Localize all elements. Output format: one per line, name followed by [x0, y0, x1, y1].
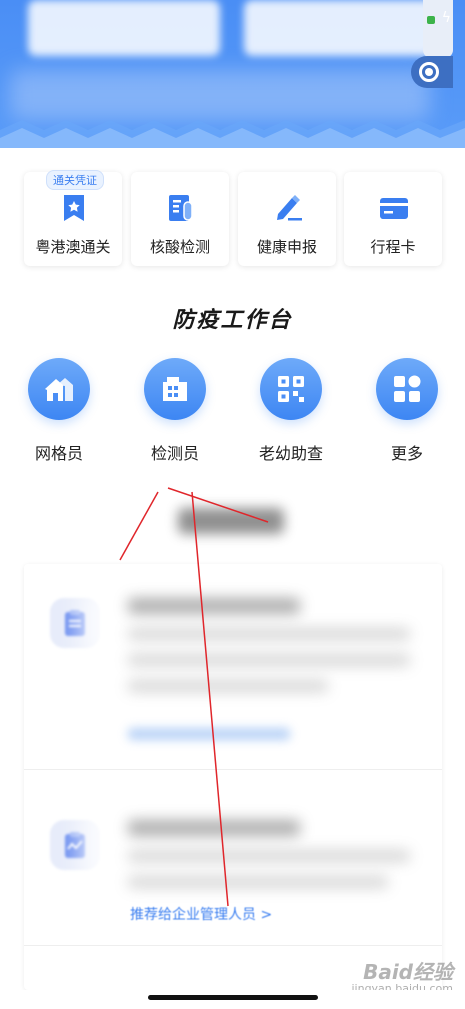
- workbench-item-label: 网格员: [34, 444, 83, 463]
- quick-card-nucleic-test[interactable]: 核酸检测: [131, 172, 229, 266]
- quick-card-gba-customs[interactable]: 通关凭证 粤港澳通关: [24, 170, 122, 266]
- blurred-task-desc: [128, 654, 410, 666]
- more-circle: [376, 358, 438, 420]
- quick-card-label: 行程卡: [370, 238, 416, 256]
- quick-card-label: 粤港澳通关: [35, 238, 111, 256]
- task-panel: 推荐给企业管理人员 >: [24, 564, 442, 990]
- status-dot-icon: [427, 16, 435, 24]
- grid-apps-icon: [394, 375, 421, 402]
- home-indicator[interactable]: [148, 995, 318, 1000]
- quick-card-itinerary[interactable]: 行程卡: [344, 172, 442, 266]
- workbench-item-grid-worker[interactable]: 网格员: [8, 358, 108, 468]
- blurred-card-left[interactable]: [28, 0, 220, 56]
- test-tube-report-icon: [169, 195, 193, 221]
- elderly-check-circle: [260, 358, 322, 420]
- task-item[interactable]: [24, 564, 442, 770]
- bolt-icon: ϟ: [441, 10, 451, 26]
- workbench-item-label: 检测员: [150, 444, 199, 463]
- workbench-item-elderly-child-check[interactable]: 老幼助查: [240, 358, 340, 468]
- quick-card-label: 核酸检测: [149, 238, 210, 256]
- card-icon: [380, 198, 408, 219]
- workbench-item-label: 老幼助查: [258, 444, 323, 463]
- zigzag-decoration: [0, 120, 465, 148]
- main-content: 通关凭证 粤港澳通关 核酸检测 健康申报 行程卡 防疫工作台 网格员 检测员 老…: [0, 148, 465, 990]
- quick-card-health-declare[interactable]: 健康申报: [238, 172, 336, 266]
- blurred-task-desc: [128, 876, 388, 888]
- pen-sign-icon: [277, 195, 302, 221]
- blurred-header-text: [10, 70, 430, 120]
- quick-services: 通关凭证 粤港澳通关 核酸检测 健康申报 行程卡: [24, 170, 442, 266]
- locate-button[interactable]: [411, 56, 453, 88]
- tester-circle: [144, 358, 206, 420]
- ribbon-badge-icon: [64, 195, 84, 221]
- watermark-main: Baid经验: [363, 960, 453, 984]
- task-item[interactable]: 推荐给企业管理人员 >: [24, 770, 442, 946]
- blurred-task-desc: [128, 850, 410, 862]
- blurred-task-title: [128, 820, 300, 836]
- building-icon: [163, 377, 187, 401]
- blurred-task-link[interactable]: [128, 728, 290, 740]
- miniprogram-capsule[interactable]: ϟ: [423, 0, 453, 58]
- blurred-card-right[interactable]: [244, 0, 434, 56]
- blurred-task-desc: [128, 680, 328, 692]
- workbench-item-more[interactable]: 更多: [356, 358, 456, 468]
- system-bottom-bar: [0, 990, 465, 1009]
- blurred-task-title: [128, 598, 300, 614]
- recommend-link[interactable]: 推荐给企业管理人员 >: [130, 904, 272, 924]
- header-banner: ϟ: [0, 0, 465, 148]
- house-icon: [45, 378, 73, 401]
- workbench-grid: 网格员 检测员 老幼助查 更多: [0, 358, 465, 468]
- target-dot: [425, 68, 433, 76]
- fog-overlay: [80, 584, 200, 664]
- workbench-item-tester[interactable]: 检测员: [124, 358, 224, 468]
- customs-badge: 通关凭证: [46, 170, 104, 190]
- blurred-section-title: [178, 508, 284, 534]
- quick-card-label: 健康申报: [256, 238, 317, 256]
- grid-worker-circle: [28, 358, 90, 420]
- qr-scan-icon: [278, 376, 304, 402]
- section-title: 防疫工作台: [172, 308, 293, 333]
- workbench-item-label: 更多: [390, 444, 423, 463]
- blurred-task-desc: [128, 628, 410, 640]
